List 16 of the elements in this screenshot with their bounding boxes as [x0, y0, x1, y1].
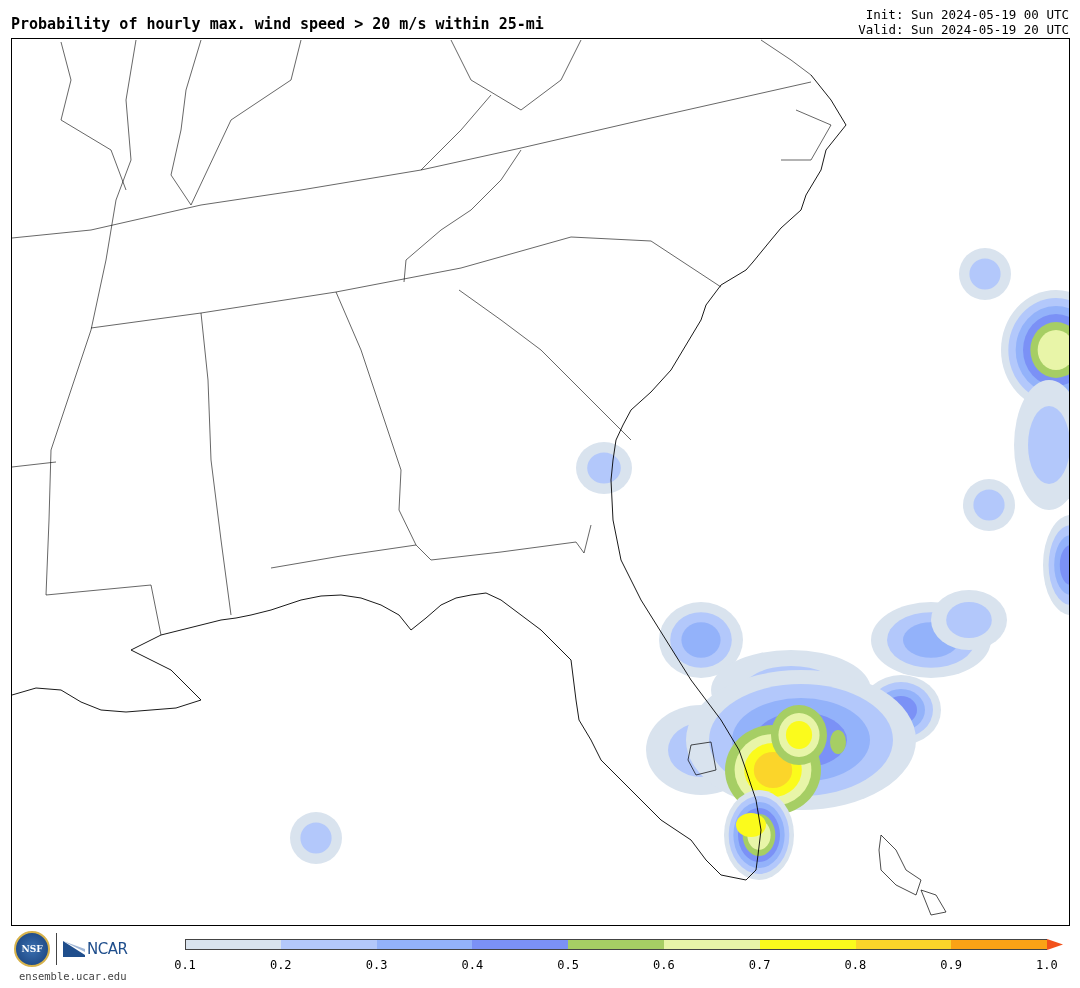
tick-label: 0.9 — [939, 958, 963, 972]
chart-title: Probability of hourly max. wind speed > 20 m/s within 25-mi — [11, 15, 544, 35]
tick-label: 0.5 — [556, 958, 580, 972]
tick-label: 0.4 — [460, 958, 485, 972]
tick-label: 0.2 — [268, 958, 293, 972]
tick-label: 1.0 — [1035, 958, 1059, 972]
ncar-logo: NCAR — [63, 940, 128, 958]
tick-label: 0.1 — [173, 958, 197, 972]
valid-time: Valid: Sun 2024-05-19 20 UTC — [858, 22, 1069, 37]
tick-label: 0.8 — [843, 958, 868, 972]
site-url: ensemble.ucar.edu — [19, 970, 127, 982]
tick-label: 0.3 — [364, 958, 389, 972]
tick-label: 0.6 — [652, 958, 676, 972]
init-time: Init: Sun 2024-05-19 00 UTC — [864, 7, 1069, 22]
tick-label: 0.7 — [747, 958, 772, 972]
nsf-logo: NSF — [14, 931, 50, 967]
